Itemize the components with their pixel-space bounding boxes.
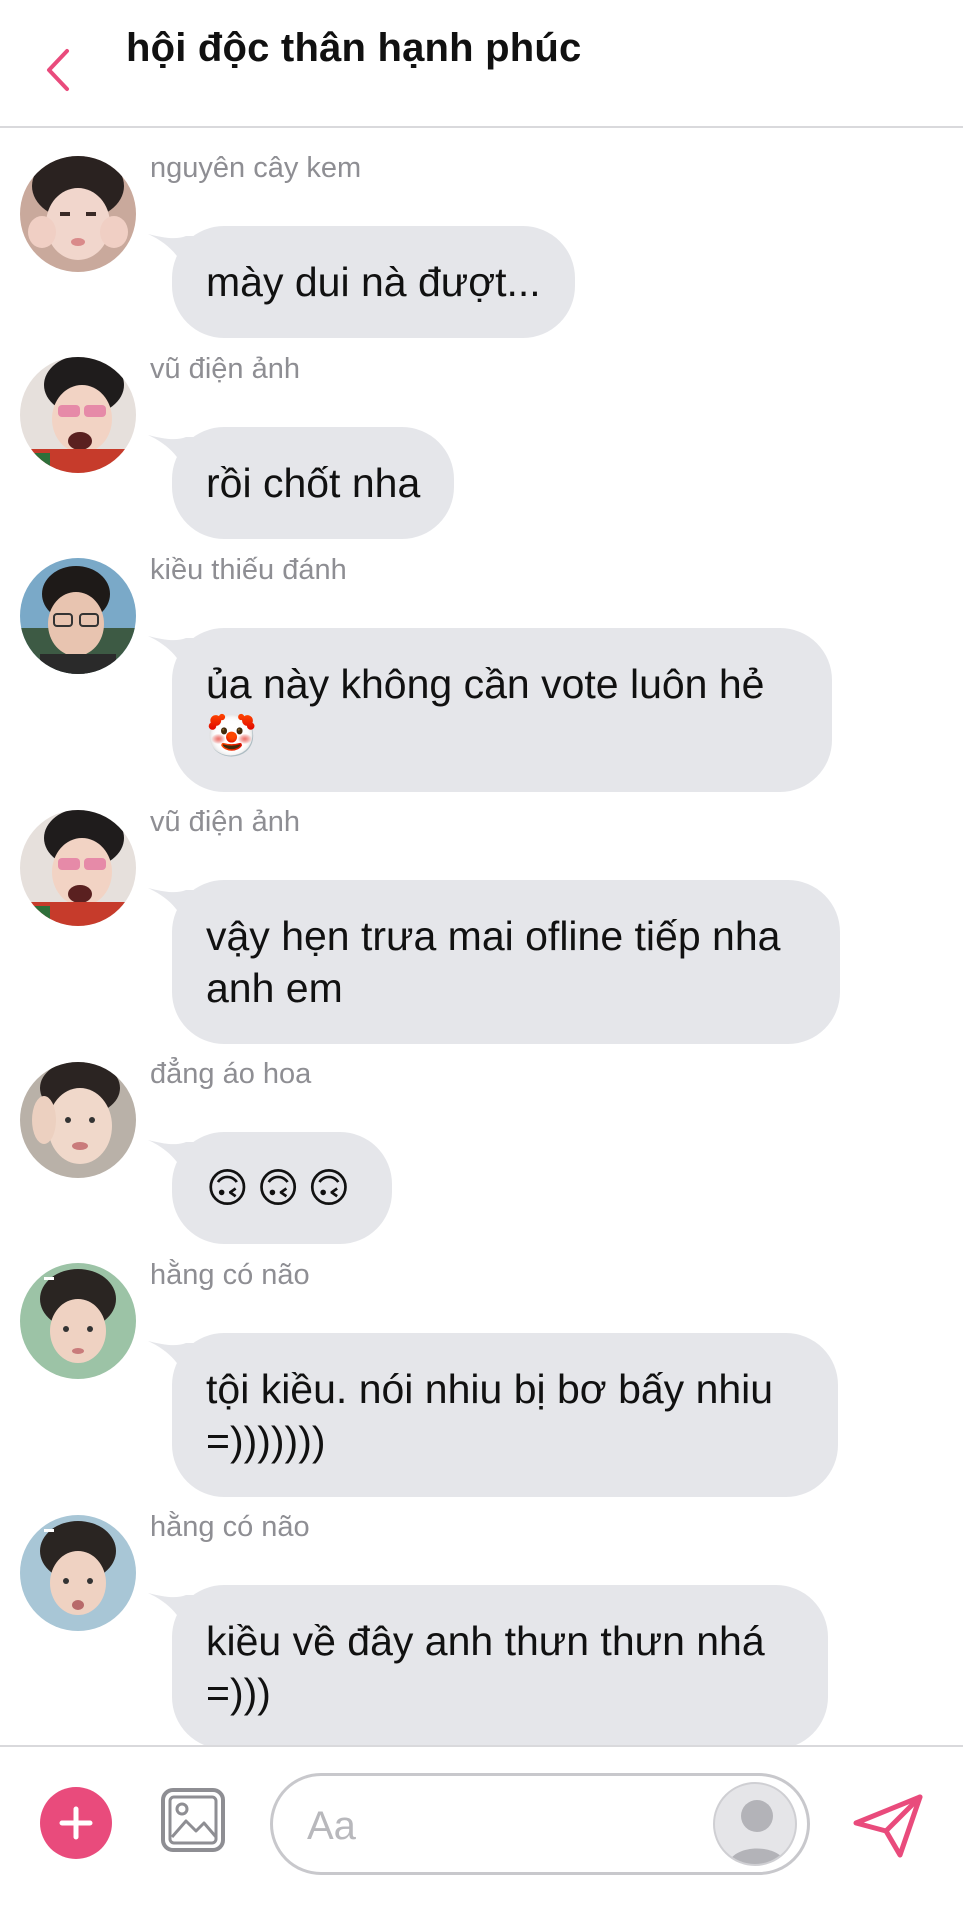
sender-name: hằng có não <box>150 1259 310 1291</box>
avatar[interactable] <box>20 1515 136 1631</box>
message-list: nguyên cây kem mày dui nà đượt... vũ điệ… <box>0 130 963 1745</box>
image-picker-button[interactable] <box>160 1787 226 1853</box>
message-bubble[interactable]: tội kiều. nói nhiu bị bơ bấy nhiu =)))))… <box>172 1333 838 1497</box>
message-bubble[interactable]: vậy hẹn trưa mai ofline tiếp nha anh em <box>172 880 840 1044</box>
message-composer <box>0 1745 963 1920</box>
sender-name: hằng có não <box>150 1511 310 1543</box>
message-text: ủa này không cần vote luôn hẻ 🤡 <box>206 661 765 759</box>
message-text: rồi chốt nha <box>206 460 421 506</box>
chat-title: hội độc thân hạnh phúc <box>126 26 582 70</box>
avatar[interactable] <box>20 156 136 272</box>
message-text: mày dui nà đượt... <box>206 259 541 305</box>
avatar[interactable] <box>20 1062 136 1178</box>
message-bubble[interactable]: rồi chốt nha <box>172 427 455 539</box>
avatar[interactable] <box>20 357 136 473</box>
message-bubble[interactable]: 🙃🙃🙃 <box>172 1132 393 1244</box>
message-text: 🙃🙃🙃 <box>206 1165 359 1211</box>
message-input-container <box>270 1773 810 1875</box>
profile-avatar-button[interactable] <box>713 1782 797 1866</box>
chat-header: hội độc thân hạnh phúc <box>0 0 963 128</box>
avatar[interactable] <box>20 810 136 926</box>
message-bubble[interactable]: ủa này không cần vote luôn hẻ 🤡 <box>172 628 832 792</box>
message-text: kiều về đây anh thưn thưn nhá =))) <box>206 1618 765 1716</box>
message-text: vậy hẹn trưa mai ofline tiếp nha anh em <box>206 913 781 1011</box>
send-icon <box>853 1794 923 1858</box>
back-button[interactable] <box>38 46 78 94</box>
avatar[interactable] <box>20 558 136 674</box>
image-icon <box>161 1788 225 1852</box>
send-button[interactable] <box>848 1785 928 1865</box>
plus-icon <box>59 1806 93 1840</box>
add-attachment-button[interactable] <box>40 1787 112 1859</box>
avatar[interactable] <box>20 1263 136 1379</box>
profile-avatar-icon <box>728 1800 786 1864</box>
sender-name: đẳng áo hoa <box>150 1058 312 1090</box>
message-bubble[interactable]: mày dui nà đượt... <box>172 226 575 338</box>
sender-name: vũ điện ảnh <box>150 806 300 838</box>
sender-name: nguyên cây kem <box>150 152 362 184</box>
message-bubble[interactable]: kiều về đây anh thưn thưn nhá =))) <box>172 1585 828 1745</box>
message-input[interactable] <box>307 1798 667 1854</box>
sender-name: vũ điện ảnh <box>150 353 300 385</box>
message-text: tội kiều. nói nhiu bị bơ bấy nhiu =)))))… <box>206 1366 774 1464</box>
chevron-left-icon <box>47 49 69 91</box>
sender-name: kiều thiếu đánh <box>150 554 347 586</box>
